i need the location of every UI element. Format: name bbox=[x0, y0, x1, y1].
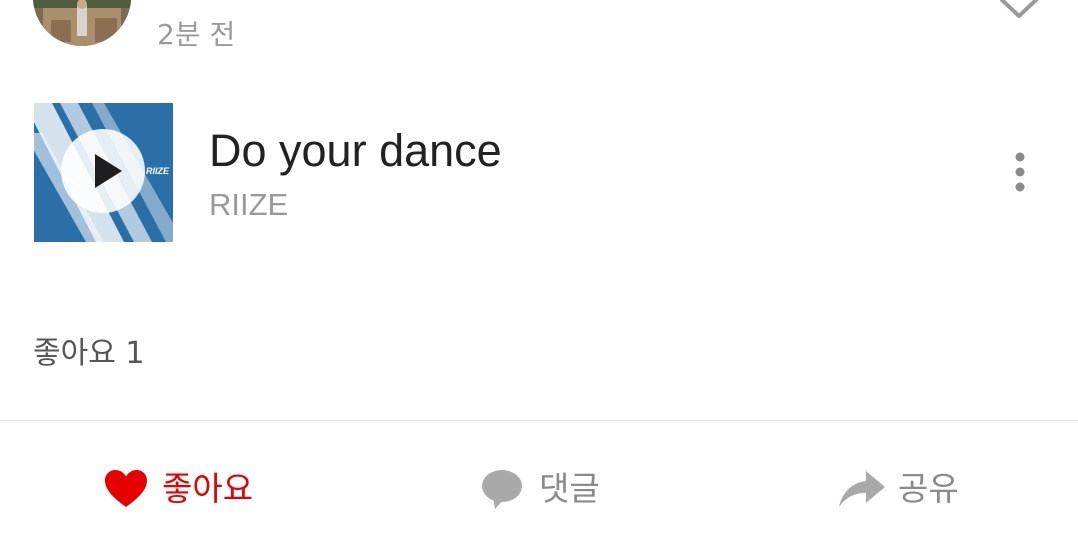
speech-bubble-icon bbox=[482, 470, 522, 509]
share-button-label: 공유 bbox=[898, 469, 959, 508]
comment-button-label: 댓글 bbox=[539, 469, 600, 508]
comment-button[interactable]: 댓글 bbox=[481, 462, 600, 516]
play-icon bbox=[95, 154, 122, 188]
divider bbox=[0, 420, 1078, 421]
album-logo: RIIZE bbox=[146, 166, 170, 176]
like-count[interactable]: 좋아요 1 bbox=[33, 334, 144, 374]
song-artist[interactable]: RIIZE bbox=[209, 186, 288, 224]
avatar[interactable] bbox=[33, 0, 131, 46]
like-button-label: 좋아요 bbox=[162, 469, 254, 508]
avatar-photo bbox=[33, 0, 131, 46]
play-button[interactable] bbox=[61, 129, 145, 213]
heart-icon bbox=[105, 470, 147, 507]
chevron-down-icon[interactable] bbox=[996, 0, 1042, 22]
share-arrow-icon bbox=[839, 471, 885, 507]
post-time: 2분 전 bbox=[157, 18, 236, 51]
more-options-button[interactable] bbox=[1002, 148, 1038, 196]
song-title[interactable]: Do your dance bbox=[209, 124, 502, 178]
like-button[interactable]: 좋아요 bbox=[104, 462, 253, 516]
share-button[interactable]: 공유 bbox=[838, 462, 959, 516]
more-vertical-icon bbox=[1015, 152, 1025, 192]
